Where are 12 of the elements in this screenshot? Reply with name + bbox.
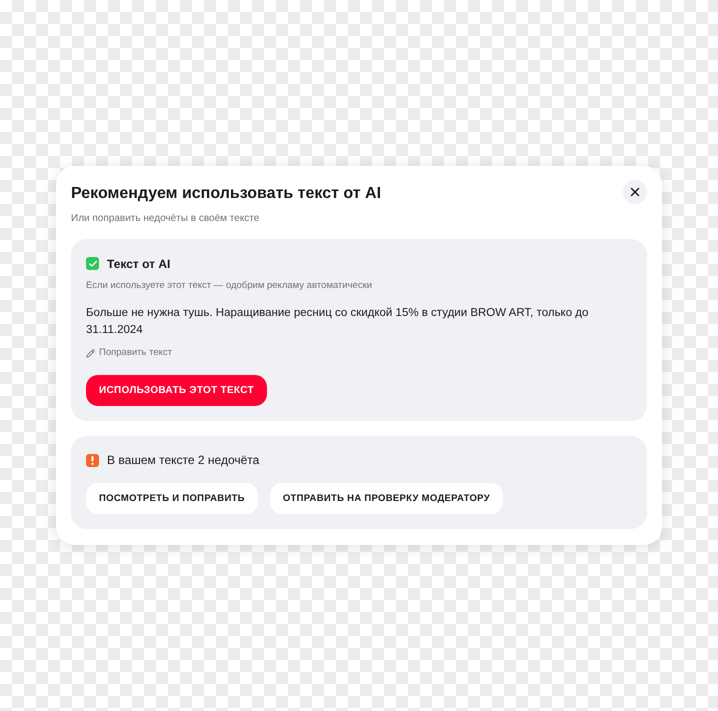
action-button[interactable]: ОТПРАВИТЬ НА ПРОВЕРКУ МОДЕРАТОРУ — [270, 483, 503, 514]
pencil-icon — [86, 348, 95, 358]
dialog-title: Рекомендуем использовать текст от AI — [71, 184, 382, 204]
edit-text-link[interactable]: Поправить текст — [86, 346, 172, 360]
use-text-button[interactable]: ИСПОЛЬЗОВАТЬ ЭТОТ ТЕКСТ — [86, 375, 267, 406]
card-title: Текст от AI — [107, 256, 170, 273]
action-button[interactable]: ПОСМОТРЕТЬ И ПОПРАВИТЬ — [86, 483, 258, 514]
close-button[interactable] — [623, 180, 647, 204]
card-hint: Если используете этот текст — одобрим рекламу автоматически — [86, 278, 374, 293]
ai-text: Больше не нужна тушь. Наращивание ресниц со скидкой 15% в студии BROW ART, только до 31.11.2024 — [86, 306, 590, 338]
dialog-subtitle: Или поправить недочёты в своём тексте — [71, 212, 260, 226]
card-title: В вашем тексте 2 недочёта — [107, 452, 260, 470]
